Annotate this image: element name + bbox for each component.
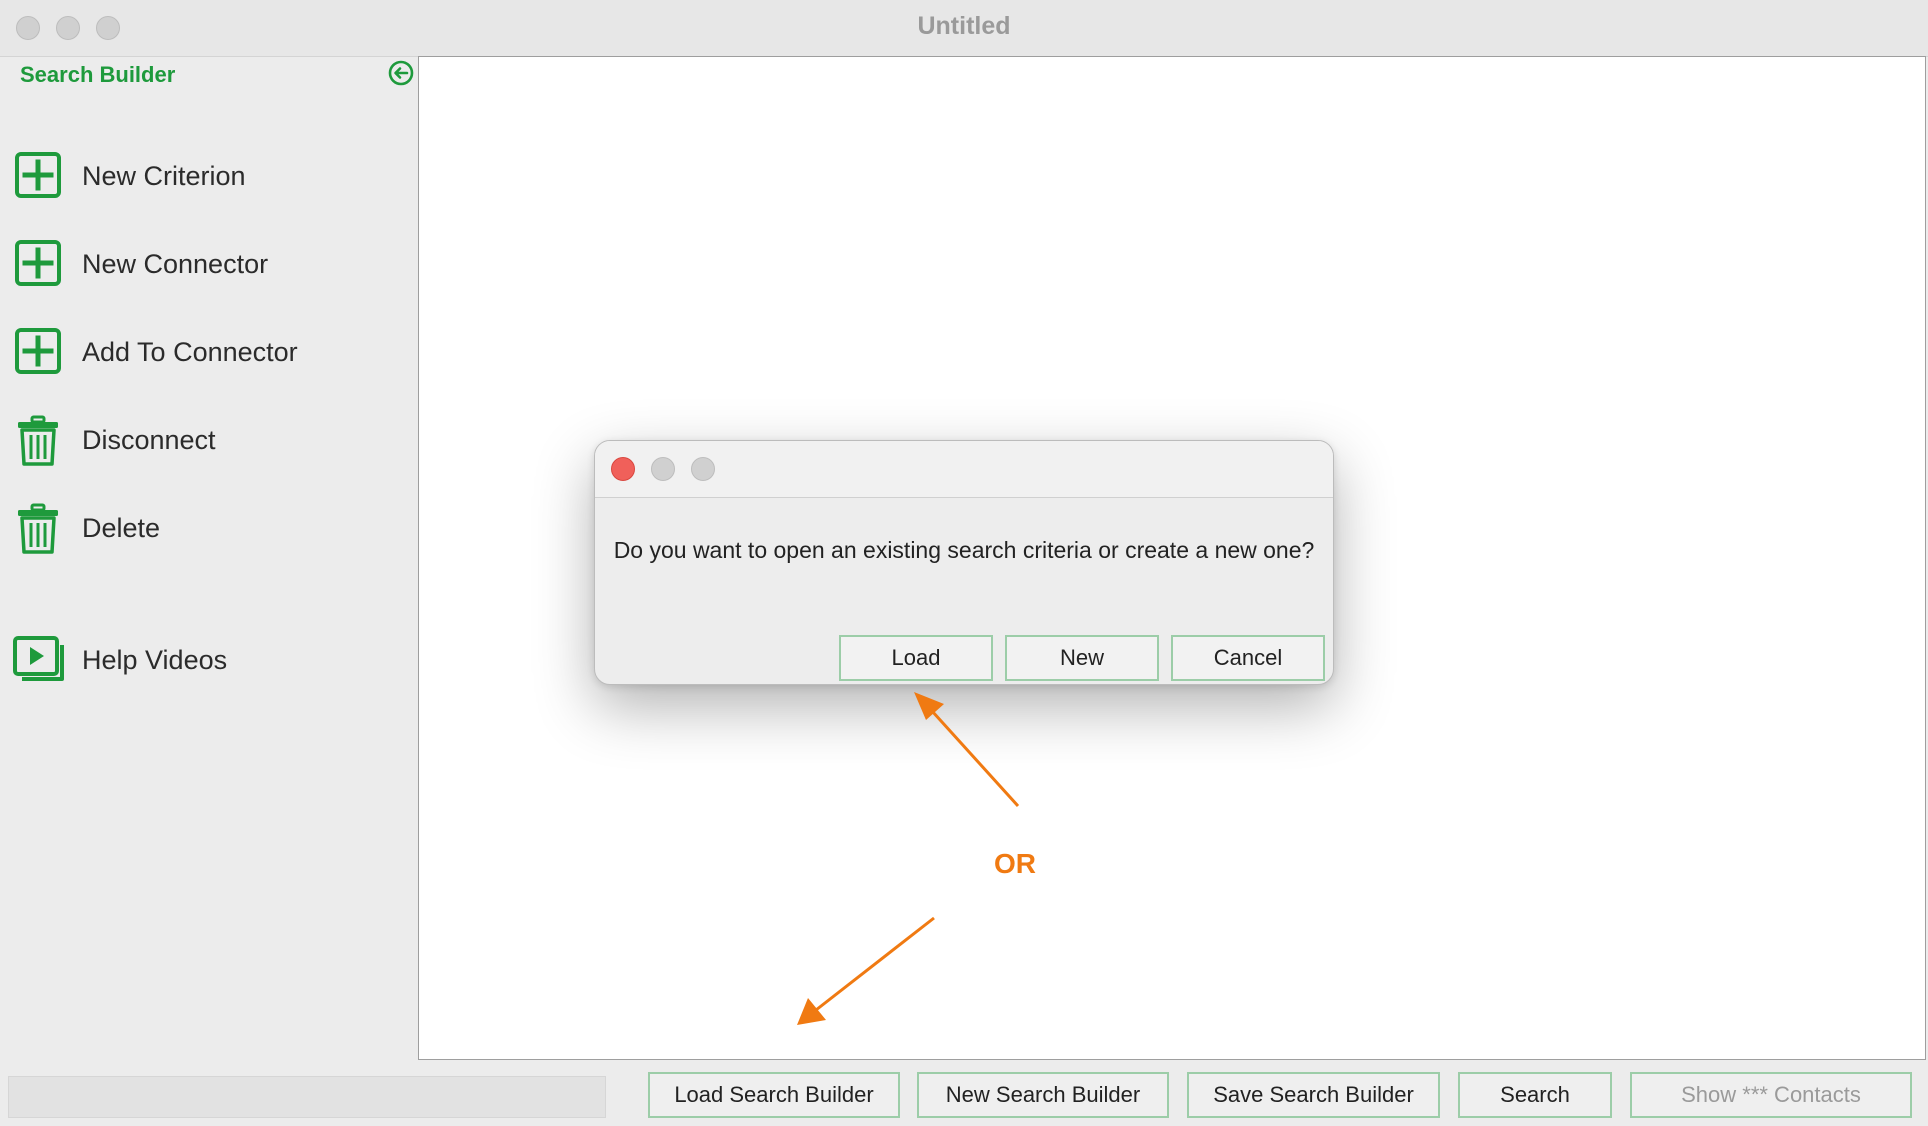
- sidebar-item-disconnect[interactable]: Disconnect: [14, 409, 394, 469]
- video-play-icon: [13, 636, 64, 681]
- dialog-minimize-button[interactable]: [651, 457, 675, 481]
- dialog-zoom-button[interactable]: [691, 457, 715, 481]
- sidebar-item-label: New Connector: [82, 249, 269, 279]
- plus-box-icon: [15, 328, 61, 374]
- dialog-message: Do you want to open an existing search c…: [613, 537, 1315, 563]
- sidebar-item-delete[interactable]: Delete: [14, 497, 394, 557]
- dialog-title-bar: [595, 441, 1333, 498]
- search-button[interactable]: Search: [1458, 1072, 1612, 1118]
- sidebar-item-add-to-connector[interactable]: Add To Connector: [14, 321, 394, 381]
- app-window: Untitled Search Builder New Criterion Ne…: [0, 0, 1928, 1126]
- trash-icon: [18, 503, 58, 554]
- cancel-button[interactable]: Cancel: [1171, 635, 1325, 681]
- sidebar-item-label: Help Videos: [82, 645, 228, 675]
- title-bar: Untitled: [0, 0, 1928, 57]
- sidebar-item-label: Disconnect: [82, 425, 216, 455]
- sidebar-item-new-connector[interactable]: New Connector: [14, 233, 394, 293]
- sidebar-item-new-criterion[interactable]: New Criterion: [14, 145, 394, 205]
- search-builder-sidebar: Search Builder New Criterion New Connect…: [0, 57, 418, 1057]
- sidebar-item-label: Delete: [82, 513, 161, 543]
- window-title: Untitled: [917, 12, 1011, 40]
- show-contacts-button[interactable]: Show *** Contacts: [1630, 1072, 1912, 1118]
- plus-box-icon: [15, 240, 61, 286]
- save-search-builder-button[interactable]: Save Search Builder: [1187, 1072, 1440, 1118]
- sidebar-title: Search Builder: [20, 62, 176, 87]
- new-search-builder-button[interactable]: New Search Builder: [917, 1072, 1169, 1118]
- sidebar-item-label: Add To Connector: [82, 337, 298, 367]
- dialog-close-button[interactable]: [611, 457, 635, 481]
- sidebar-item-label: New Criterion: [82, 161, 246, 191]
- new-button[interactable]: New: [1005, 635, 1159, 681]
- bottom-toolbar: Load Search Builder New Search Builder S…: [0, 1062, 1928, 1126]
- sidebar-item-help-videos[interactable]: Help Videos: [13, 629, 394, 689]
- plus-box-icon: [15, 152, 61, 198]
- or-annotation-label: OR: [994, 848, 1036, 879]
- collapse-sidebar-icon[interactable]: [387, 59, 415, 87]
- load-button[interactable]: Load: [839, 635, 993, 681]
- load-search-builder-button[interactable]: Load Search Builder: [648, 1072, 900, 1118]
- status-field: [8, 1076, 606, 1118]
- trash-icon: [18, 415, 58, 466]
- open-or-create-dialog: Do you want to open an existing search c…: [594, 440, 1334, 685]
